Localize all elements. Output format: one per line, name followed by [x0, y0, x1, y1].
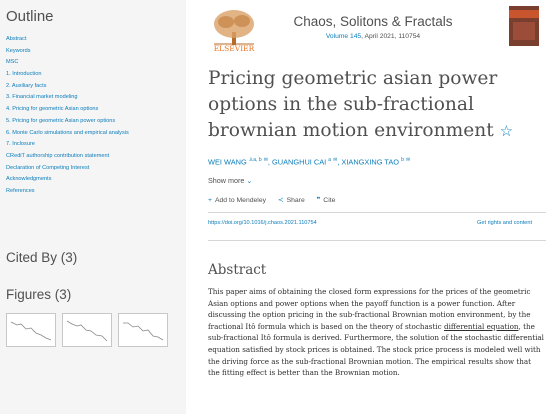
figure-thumbnail-3[interactable]: [118, 313, 168, 347]
affiliation-marks[interactable]: b: [401, 157, 404, 163]
author-name[interactable]: WEI WANG: [208, 157, 247, 166]
differential-equation-link[interactable]: differential equation: [444, 322, 519, 331]
quote-icon: ❞: [316, 197, 321, 204]
figures-heading[interactable]: Figures (3): [6, 287, 71, 302]
email-icon[interactable]: ✉: [264, 157, 268, 163]
figure-2-preview: [66, 320, 108, 342]
article-actions: + Add to Mendeley ≺ Share ❞ Cite: [208, 196, 345, 204]
volume-link[interactable]: Volume 145: [326, 33, 361, 40]
outline-link-msc[interactable]: MSC: [6, 57, 182, 69]
email-icon[interactable]: ✉: [333, 157, 337, 163]
chevron-down-icon: ⌄: [246, 176, 253, 185]
author-name[interactable]: GUANGHUI CAI: [272, 157, 326, 166]
outline-link-inclosure[interactable]: 7. Inclosure: [6, 139, 182, 151]
outline-link-financial-market[interactable]: 3. Financial market modeling: [6, 92, 182, 104]
outline-heading: Outline: [6, 8, 54, 25]
affiliation-marks[interactable]: a: [328, 157, 331, 163]
divider: [208, 240, 546, 241]
author-name[interactable]: XIANGXING TAO: [341, 157, 399, 166]
email-icon[interactable]: ✉: [406, 157, 410, 163]
outline-link-monte-carlo[interactable]: 6. Monte Carlo simulations and empirical…: [6, 128, 182, 140]
share-button[interactable]: ≺ Share: [278, 197, 305, 204]
cover-artwork: [513, 22, 535, 40]
author-list: WEI WANG ♙a, b ✉, GUANGHUI CAI a ✉, XIAN…: [208, 157, 411, 167]
figure-thumbnail-1[interactable]: [6, 313, 56, 347]
cover-band: [509, 10, 539, 18]
outline-link-abstract[interactable]: Abstract: [6, 34, 182, 46]
abstract-text: This paper aims of obtaining the closed …: [208, 286, 544, 379]
show-more-label: Show more: [208, 176, 245, 185]
star-icon[interactable]: ☆: [500, 122, 513, 140]
outline-link-auxiliary-facts[interactable]: 2. Auxiliary facts: [6, 81, 182, 93]
article-title-text: Pricing geometric asian power options in…: [208, 68, 498, 141]
outline-link-acknowledgments[interactable]: Acknowledgments: [6, 174, 182, 186]
elsevier-wordmark: ELSEVIER: [213, 44, 255, 53]
figure-3-preview: [123, 322, 164, 341]
mendeley-label: Add to Mendeley: [214, 197, 266, 204]
rights-link[interactable]: Get rights and content: [477, 220, 532, 226]
outline-link-introduction[interactable]: 1. Introduction: [6, 69, 182, 81]
outline-link-credit[interactable]: CRediT authorship contribution statement: [6, 151, 182, 163]
outline-link-competing-interest[interactable]: Declaration of Competing Interest: [6, 163, 182, 175]
figure-thumbnails: [6, 313, 176, 347]
show-more-button[interactable]: Show more ⌄: [208, 176, 252, 185]
elsevier-logo[interactable]: ELSEVIER: [208, 6, 260, 54]
outline-link-pricing-power[interactable]: 5. Pricing for geometric Asian power opt…: [6, 116, 182, 128]
cite-label: Cite: [323, 197, 336, 204]
outline-link-pricing-asian[interactable]: 4. Pricing for geometric Asian options: [6, 104, 182, 116]
journal-issue: Volume 145, April 2021, 110754: [262, 33, 484, 40]
cite-button[interactable]: ❞ Cite: [317, 197, 336, 204]
affiliation-marks[interactable]: a, b: [253, 157, 261, 163]
journal-cover-image[interactable]: [509, 6, 539, 46]
outline-list: Abstract Keywords MSC 1. Introduction 2.…: [6, 34, 182, 198]
share-label: Share: [286, 197, 305, 204]
add-to-mendeley-button[interactable]: + Add to Mendeley: [208, 197, 266, 204]
outline-link-references[interactable]: References: [6, 186, 182, 198]
plus-icon: +: [208, 197, 212, 204]
figure-1-preview: [10, 321, 52, 341]
journal-header: Chaos, Solitons & Fractals Volume 145, A…: [262, 14, 484, 40]
abstract-heading: Abstract: [208, 262, 267, 278]
issue-date-id: , April 2021, 110754: [361, 33, 421, 40]
share-icon: ≺: [277, 197, 284, 204]
doi-link[interactable]: https://doi.org/10.1016/j.chaos.2021.110…: [208, 220, 317, 226]
journal-name[interactable]: Chaos, Solitons & Fractals: [262, 14, 484, 29]
cited-by-heading[interactable]: Cited By (3): [6, 250, 77, 265]
outline-link-keywords[interactable]: Keywords: [6, 46, 182, 58]
figure-thumbnail-2[interactable]: [62, 313, 112, 347]
divider: [208, 212, 546, 213]
article-title: Pricing geometric asian power options in…: [208, 66, 548, 144]
